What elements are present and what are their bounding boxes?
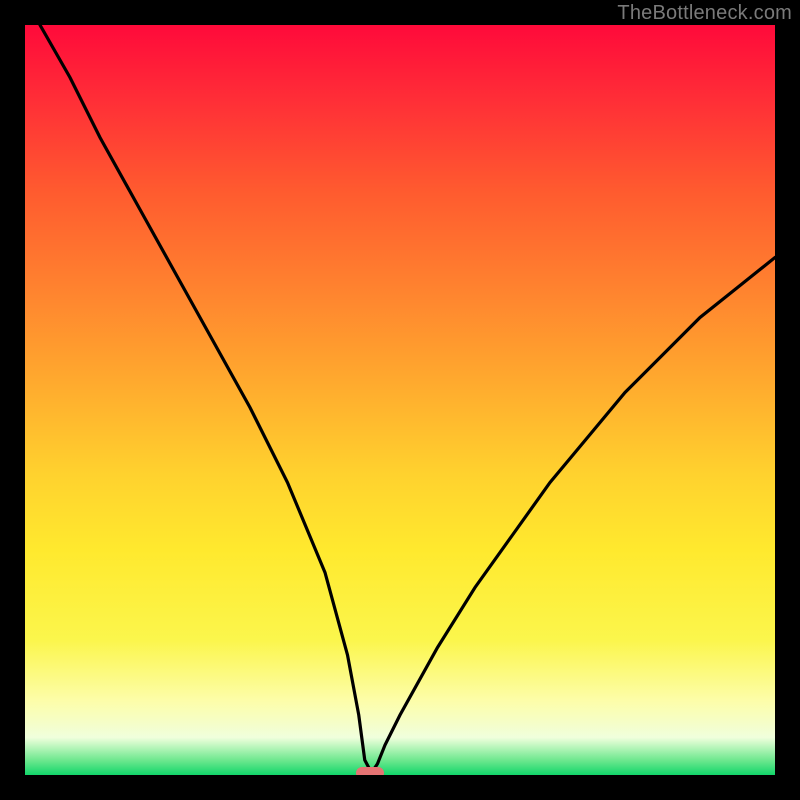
- optimal-marker: [356, 767, 384, 775]
- chart-frame: TheBottleneck.com: [0, 0, 800, 800]
- plot-area: [25, 25, 775, 775]
- bottleneck-curve: [25, 25, 775, 775]
- watermark-text: TheBottleneck.com: [617, 2, 792, 25]
